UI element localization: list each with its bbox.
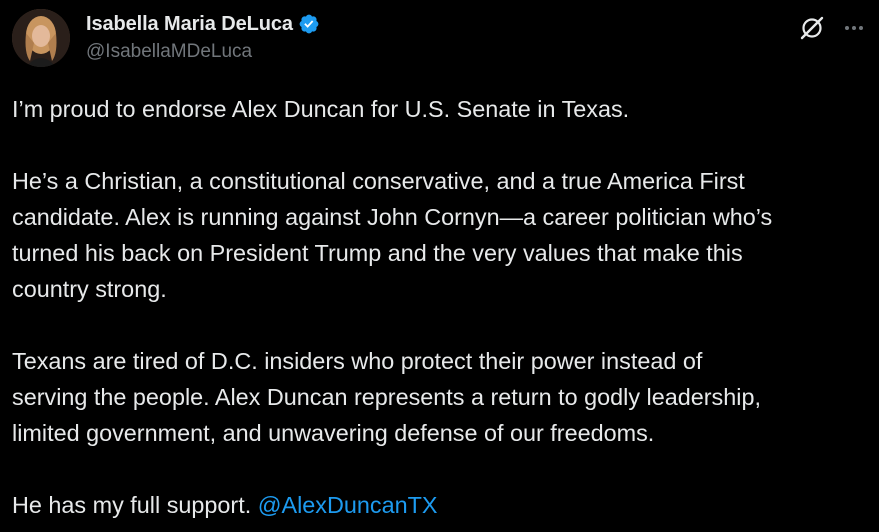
post-line: serving the people. Alex Duncan represen…: [12, 384, 761, 410]
post-line: candidate. Alex is running against John …: [12, 204, 773, 230]
display-name-row: Isabella Maria DeLuca: [86, 11, 320, 37]
post-line: country strong.: [12, 276, 167, 302]
avatar[interactable]: [12, 9, 70, 67]
post-line: Texans are tired of D.C. insiders who pr…: [12, 348, 703, 374]
avatar-image: [12, 9, 70, 67]
post-paragraph-1: I’m proud to endorse Alex Duncan for U.S…: [12, 96, 630, 122]
grok-icon[interactable]: [799, 15, 825, 41]
post-line: turned his back on President Trump and t…: [12, 240, 743, 266]
mention-link[interactable]: @AlexDuncanTX: [258, 492, 438, 518]
post-text: I’m proud to endorse Alex Duncan for U.S…: [12, 91, 859, 523]
post-header: Isabella Maria DeLuca @IsabellaMDeLuca: [12, 9, 867, 69]
post-line: He has my full support.: [12, 492, 258, 518]
post-card: Isabella Maria DeLuca @IsabellaMDeLuca I…: [0, 0, 879, 532]
verified-badge-icon[interactable]: [298, 13, 320, 35]
author-names: Isabella Maria DeLuca @IsabellaMDeLuca: [86, 11, 320, 63]
post-line: limited government, and unwavering defen…: [12, 420, 655, 446]
author-handle[interactable]: @IsabellaMDeLuca: [86, 41, 320, 63]
more-options-icon[interactable]: [841, 15, 867, 41]
post-paragraph-4: He has my full support. @AlexDuncanTX: [12, 487, 859, 523]
post-actions: [799, 15, 867, 41]
post-paragraph-2: He’s a Christian, a constitutional conse…: [12, 163, 859, 307]
display-name[interactable]: Isabella Maria DeLuca: [86, 13, 293, 36]
post-line: He’s a Christian, a constitutional conse…: [12, 168, 745, 194]
post-paragraph-3: Texans are tired of D.C. insiders who pr…: [12, 343, 859, 451]
